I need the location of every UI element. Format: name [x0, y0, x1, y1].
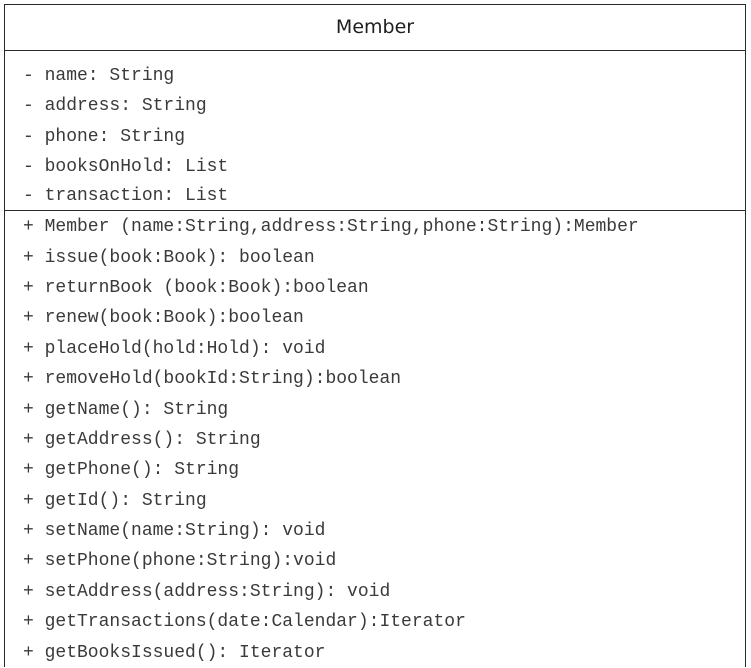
operation-return-book: + returnBook (book:Book):boolean	[23, 277, 369, 298]
class-name: Member	[5, 5, 745, 51]
attribute-books-on-hold: - booksOnHold: List	[23, 157, 229, 178]
operations-compartment: + Member (name:String,address:String,pho…	[5, 211, 745, 668]
attribute-phone: - phone: String	[23, 126, 186, 147]
attribute-transaction: - transaction: List	[23, 185, 229, 206]
operation-get-transactions: + getTransactions(date:Calendar):Iterato…	[23, 612, 466, 633]
attribute-address: - address: String	[23, 96, 207, 117]
operation-member-constructor: + Member (name:String,address:String,pho…	[23, 216, 639, 237]
operation-get-phone: + getPhone(): String	[23, 460, 240, 481]
operation-get-name: + getName(): String	[23, 399, 229, 420]
attributes-compartment: - name: String - address: String - phone…	[5, 51, 745, 211]
operation-get-id: + getId(): String	[23, 490, 207, 511]
operation-set-address: + setAddress(address:String): void	[23, 581, 391, 602]
operation-set-name: + setName(name:String): void	[23, 521, 326, 542]
operation-place-hold: + placeHold(hold:Hold): void	[23, 338, 326, 359]
operation-remove-hold: + removeHold(bookId:String):boolean	[23, 369, 402, 390]
operation-get-address: + getAddress(): String	[23, 429, 261, 450]
operation-get-books-issued: + getBooksIssued(): Iterator	[23, 642, 326, 663]
attribute-name: - name: String	[23, 66, 175, 86]
operation-issue: + issue(book:Book): boolean	[23, 247, 315, 268]
operation-renew: + renew(book:Book):boolean	[23, 308, 304, 329]
operation-set-phone: + setPhone(phone:String):void	[23, 551, 337, 572]
uml-class-box: Member - name: String - address: String …	[4, 4, 746, 667]
